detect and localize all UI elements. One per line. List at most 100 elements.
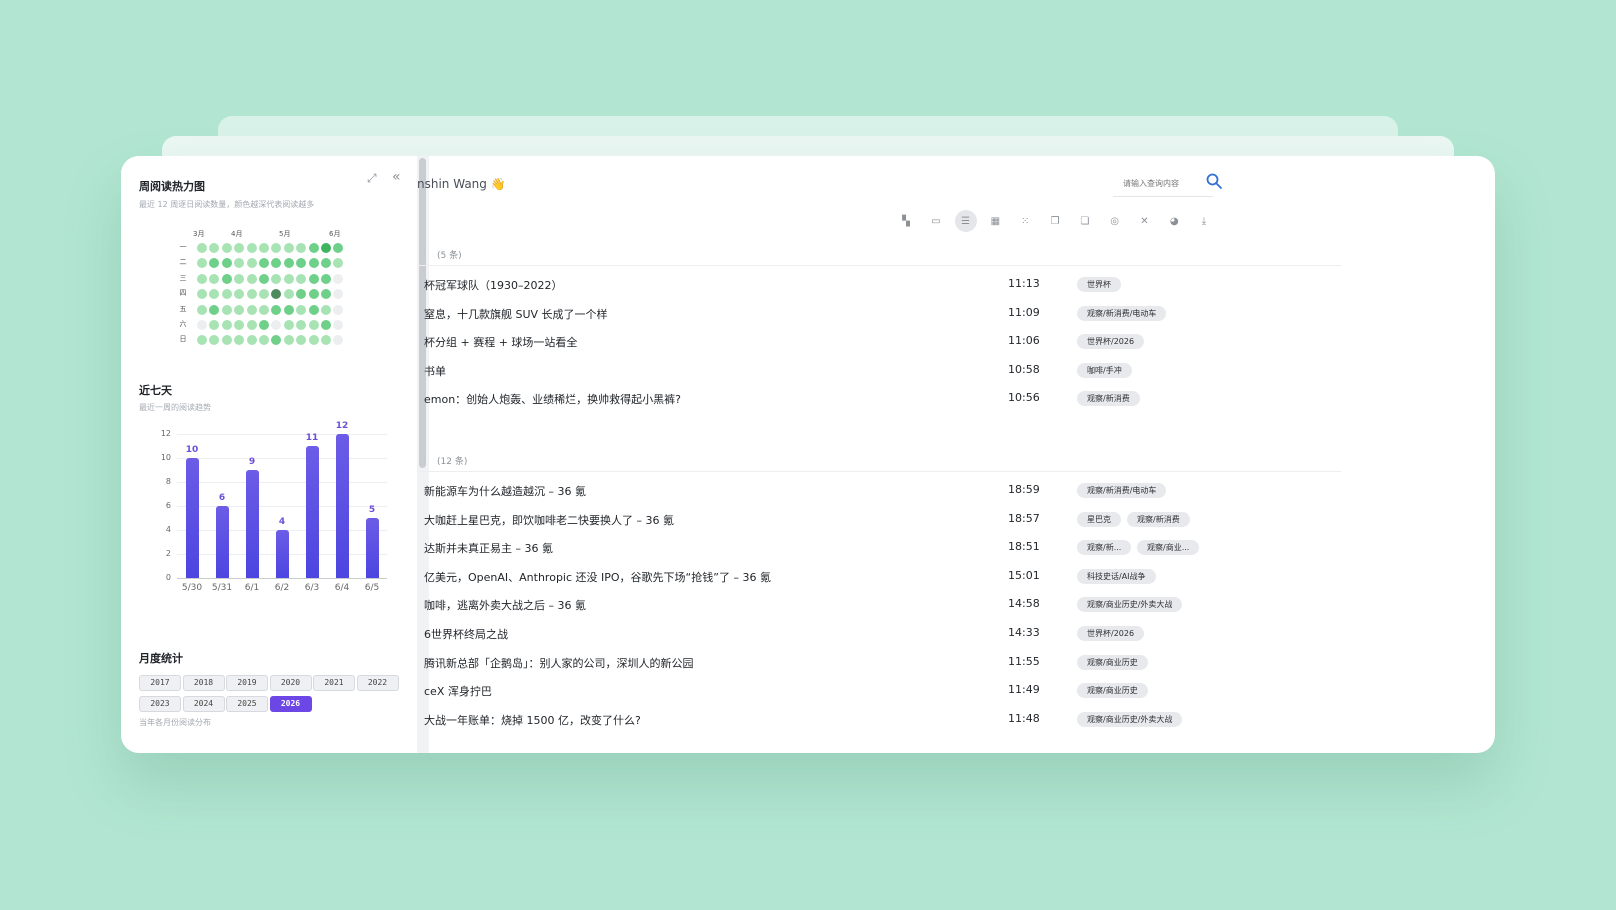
- download-icon[interactable]: ⤓: [1195, 212, 1213, 230]
- article-title[interactable]: 咖啡，逃离外卖大战之后 – 36 氪: [424, 597, 1064, 613]
- y-tick-label: 2: [165, 549, 171, 558]
- y-tick-label: 4: [165, 525, 171, 534]
- article-title[interactable]: 杯冠军球队（1930–2022）: [424, 277, 1064, 293]
- heatmap-cell: [321, 304, 331, 315]
- article-title[interactable]: 新能源车为什么越造越沉 – 36 氪: [424, 483, 1064, 499]
- collapse-sidebar-icon[interactable]: «: [392, 169, 401, 185]
- tag-badge[interactable]: 观察/新消费/电动车: [1077, 305, 1167, 321]
- dashboard-icon[interactable]: ▚: [897, 212, 915, 230]
- article-title[interactable]: 杯分组 + 赛程 + 球场一站看全: [424, 334, 1064, 350]
- article-title[interactable]: 大咖赶上星巴克，即饮咖啡老二快要换人了 – 36 氪: [424, 512, 1064, 528]
- article-title[interactable]: 6世界杯终局之战: [424, 626, 1064, 642]
- close-icon[interactable]: ✕: [1135, 212, 1153, 230]
- tag-badge[interactable]: 观察/新...: [1077, 540, 1132, 556]
- heatmap-day-label: 三: [179, 273, 187, 282]
- heatmap-cell: [234, 273, 245, 284]
- article-title[interactable]: ceX 浑身拧巴: [424, 683, 1064, 699]
- heatmap-day-label: 一: [179, 243, 187, 251]
- table-icon[interactable]: ▦: [986, 212, 1004, 230]
- heatmap-cell: [271, 258, 282, 269]
- heatmap-cell: [209, 273, 220, 284]
- tag-badge[interactable]: 咖啡/手冲: [1077, 362, 1132, 378]
- list-icon[interactable]: ☰: [954, 210, 977, 232]
- year-button[interactable]: 2020: [269, 675, 312, 691]
- year-button[interactable]: 2018: [182, 675, 225, 691]
- search-icon[interactable]: [1205, 172, 1223, 190]
- article-title[interactable]: 大战一年账单：烧掉 1500 亿，改变了什么?: [424, 712, 1064, 728]
- tag-badge[interactable]: 观察/新消费/电动车: [1077, 483, 1167, 498]
- heatmap-cell: [246, 258, 257, 269]
- heatmap-cell: [209, 335, 220, 346]
- heatmap-cell: [308, 273, 319, 284]
- heatmap-cell: [308, 335, 319, 346]
- article-title[interactable]: 亿美元，OpenAI、Anthropic 还没 IPO，谷歌先下场“抢钱”了 –…: [424, 569, 1064, 585]
- fingerprint-icon[interactable]: ◎: [1106, 212, 1124, 230]
- article-time: 14:33: [1008, 626, 1040, 639]
- group-marker: [424, 247, 425, 257]
- heatmap-cell: [197, 304, 207, 315]
- tag-badge[interactable]: 世界杯/2026: [1077, 626, 1145, 641]
- tag-badge[interactable]: 观察/商业历史/外卖大战: [1077, 711, 1183, 727]
- chart-gridline: [177, 458, 387, 459]
- tag-badge[interactable]: 观察/商业...: [1137, 540, 1200, 556]
- year-button[interactable]: 2026: [269, 696, 312, 712]
- heatmap-cell: [271, 289, 282, 300]
- heatmap-cell: [283, 243, 294, 253]
- heatmap-cell: [283, 335, 294, 346]
- article-title[interactable]: 窒息，十几款旗舰 SUV 长成了一个样: [424, 306, 1064, 322]
- heatmap-cell: [333, 243, 344, 253]
- pie-chart-icon[interactable]: ◕: [1165, 212, 1183, 230]
- heatmap-cell: [308, 258, 319, 269]
- expand-icon[interactable]: ⤢: [367, 171, 377, 186]
- group-divider: [417, 265, 1341, 266]
- tag-badge[interactable]: 世界杯: [1077, 277, 1121, 292]
- article-title[interactable]: 腾讯新总部「企鹅岛」：别人家的公司，深圳人的新公园: [424, 655, 1064, 671]
- grid-icon[interactable]: ⁙: [1016, 212, 1034, 230]
- heatmap-cell: [333, 304, 344, 315]
- heatmap-cell: [221, 243, 232, 253]
- year-button[interactable]: 2022: [356, 675, 399, 691]
- heatmap-cell: [321, 289, 331, 300]
- tag-badge[interactable]: 观察/新消费: [1127, 511, 1190, 527]
- tag-badge[interactable]: 星巴克: [1077, 511, 1121, 527]
- tag-badge[interactable]: 世界杯/2026: [1077, 334, 1145, 350]
- article-time: 10:58: [1008, 362, 1040, 376]
- tag-badge[interactable]: 观察/商业历史: [1077, 683, 1148, 699]
- article-title[interactable]: 达斯并未真正易主 – 36 氪: [424, 540, 1064, 556]
- heatmap-cell: [246, 335, 257, 346]
- sidebar: 周阅读热力图 最近 12 周逐日阅读数量，颜色越深代表阅读越多 ⤢ « 3月 4月…: [121, 156, 416, 753]
- heatmap-cell: [259, 243, 269, 253]
- year-button[interactable]: 2019: [226, 675, 268, 691]
- year-button[interactable]: 2024: [182, 696, 225, 712]
- heatmap-cell: [246, 304, 257, 315]
- heatmap-cell: [234, 258, 245, 269]
- y-tick-label: 8: [165, 477, 171, 486]
- heatmap-cell: [221, 335, 232, 346]
- bar-value-label: 10: [185, 445, 199, 455]
- card-icon[interactable]: ▭: [927, 212, 945, 230]
- heatmap-cell: [259, 258, 269, 269]
- heatmap-cell: [333, 335, 344, 346]
- heatmap-cell: [296, 243, 307, 253]
- heatmap-cell: [221, 258, 232, 269]
- window-icon[interactable]: ❏: [1076, 212, 1094, 230]
- article-time: 18:51: [1008, 540, 1040, 554]
- copy-icon[interactable]: ❐: [1046, 212, 1064, 230]
- year-button[interactable]: 2021: [313, 675, 355, 691]
- tag-badge[interactable]: 观察/商业历史: [1077, 654, 1148, 670]
- tag-badge[interactable]: 观察/商业历史/外卖大战: [1077, 597, 1183, 613]
- year-button[interactable]: 2023: [139, 696, 181, 712]
- heatmap-cell: [209, 258, 220, 269]
- heatmap-cell: [259, 273, 269, 284]
- heatmap-cell: [259, 289, 269, 300]
- article-title[interactable]: emon：创始人炮轰、业绩稀烂，换帅救得起小黑裤?: [424, 391, 1064, 407]
- heatmap-cell: [308, 304, 319, 315]
- heatmap-cell: [308, 289, 319, 300]
- heatmap-cell: [308, 243, 319, 253]
- year-button[interactable]: 2025: [226, 696, 268, 712]
- year-button[interactable]: 2017: [139, 675, 181, 691]
- tag-badge[interactable]: 观察/新消费: [1077, 391, 1140, 407]
- heatmap-cell: [234, 304, 245, 315]
- tag-badge[interactable]: 科技史话/AI战争: [1077, 568, 1156, 584]
- article-title[interactable]: 书单: [424, 363, 1064, 379]
